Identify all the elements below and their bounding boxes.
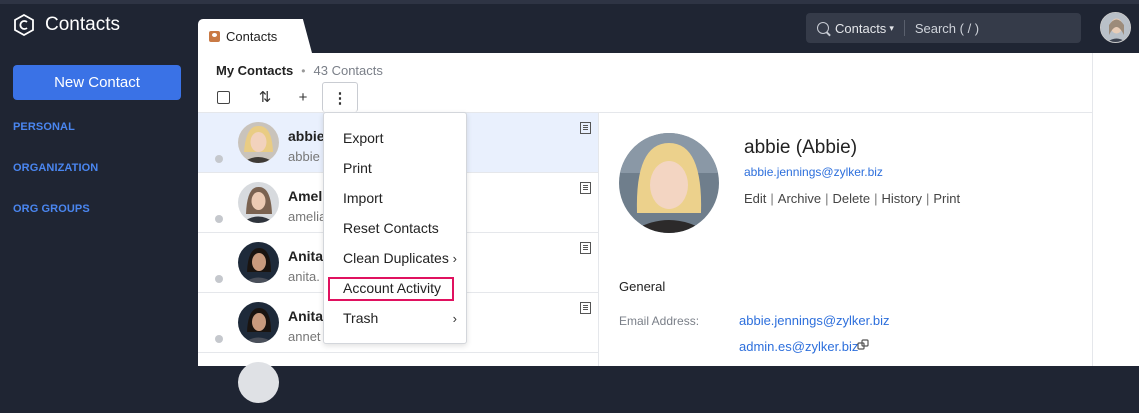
copy-icon[interactable] (857, 339, 870, 351)
menu-item-import[interactable]: Import (324, 183, 466, 213)
separator: | (770, 191, 774, 206)
contact-email: abbie (288, 149, 320, 164)
avatar (238, 182, 279, 223)
building-icon (580, 122, 591, 134)
contact-name: Anita (288, 308, 323, 324)
sidebar-item-organization[interactable]: ORGANIZATION (13, 162, 98, 174)
search-input[interactable]: Search ( / ) (915, 21, 979, 36)
avatar (238, 302, 279, 343)
separator: | (825, 191, 829, 206)
contact-name: abbie (288, 128, 325, 144)
menu-item-label: Import (343, 190, 383, 206)
contact-email: amelia (288, 209, 327, 224)
menu-item-trash[interactable]: Trash › (324, 303, 466, 333)
edit-link[interactable]: Edit (744, 191, 766, 206)
history-link[interactable]: History (882, 191, 922, 206)
new-contact-button[interactable]: New Contact (13, 65, 181, 100)
highlight-box (328, 277, 454, 301)
contact-card-icon (209, 30, 220, 42)
menu-item-label: Clean Duplicates (343, 250, 449, 266)
panel-divider (598, 113, 599, 366)
delete-link[interactable]: Delete (833, 191, 871, 206)
email-value[interactable]: admin.es@zylker.biz (739, 339, 858, 354)
building-icon (580, 182, 591, 194)
menu-item-reset-contacts[interactable]: Reset Contacts (324, 213, 466, 243)
sidebar-item-personal[interactable]: PERSONAL (13, 121, 75, 133)
building-icon (580, 242, 591, 254)
menu-item-export[interactable]: Export (324, 123, 466, 153)
sidebar (0, 4, 198, 366)
email-value[interactable]: abbie.jennings@zylker.biz (739, 313, 890, 328)
separator-dot: • (301, 63, 306, 78)
status-dot (215, 215, 223, 223)
chevron-right-icon: › (452, 310, 457, 326)
menu-item-label: Export (343, 130, 384, 146)
chevron-down-icon[interactable]: ▾ (889, 23, 894, 34)
print-link[interactable]: Print (933, 191, 960, 206)
sort-icon[interactable]: ⇅ (255, 86, 275, 108)
separator: | (925, 191, 930, 206)
avatar (238, 362, 279, 403)
contact-name: Anita (288, 248, 323, 264)
tab-contacts[interactable]: Contacts (198, 19, 312, 53)
add-icon[interactable]: + (294, 86, 312, 108)
section-title-general: General (619, 279, 666, 294)
contacts-logo-icon (14, 14, 34, 36)
status-dot (215, 335, 223, 343)
list-header: My Contacts • 43 Contacts (216, 63, 383, 78)
building-icon (580, 302, 591, 314)
contact-name: Ameli (288, 188, 327, 204)
search-divider (903, 20, 905, 36)
email-address-label: Email Address: (619, 314, 700, 328)
brand[interactable]: Contacts (13, 14, 120, 36)
contact-count: 43 Contacts (313, 63, 383, 78)
app-title: Contacts (45, 14, 120, 35)
archive-link[interactable]: Archive (778, 191, 821, 206)
chevron-right-icon: › (452, 250, 457, 266)
list-item[interactable] (198, 353, 599, 413)
search-scope-select[interactable]: Contacts (835, 21, 886, 36)
status-dot (215, 155, 223, 163)
contact-full-name: abbie (Abbie) (744, 137, 858, 158)
status-dot (215, 275, 223, 283)
more-options-menu: Export Print Import Reset Contacts Clean… (323, 112, 467, 344)
user-avatar[interactable] (1100, 12, 1131, 43)
right-strip (1092, 53, 1139, 366)
separator: | (874, 191, 878, 206)
list-title[interactable]: My Contacts (216, 63, 293, 78)
avatar (238, 242, 279, 283)
search-bar[interactable]: Contacts ▾ Search ( / ) (806, 13, 1081, 43)
sidebar-item-org-groups[interactable]: ORG GROUPS (13, 203, 90, 215)
contact-email: annet (288, 329, 321, 344)
menu-item-print[interactable]: Print (324, 153, 466, 183)
menu-item-label: Trash (343, 310, 379, 326)
menu-item-label: Reset Contacts (343, 220, 439, 236)
menu-item-label: Print (343, 160, 372, 176)
contact-email: anita. (288, 269, 320, 284)
contact-primary-email[interactable]: abbie.jennings@zylker.biz (744, 165, 883, 179)
select-all-checkbox[interactable] (215, 86, 231, 108)
contact-photo (619, 133, 719, 233)
tab-label: Contacts (226, 28, 278, 44)
search-icon (817, 22, 829, 34)
menu-item-clean-duplicates[interactable]: Clean Duplicates › (324, 243, 466, 273)
more-options-button[interactable]: ⋮ (322, 82, 358, 112)
contact-actions: Edit | Archive | Delete | History | Prin… (744, 191, 960, 206)
avatar (238, 122, 279, 163)
